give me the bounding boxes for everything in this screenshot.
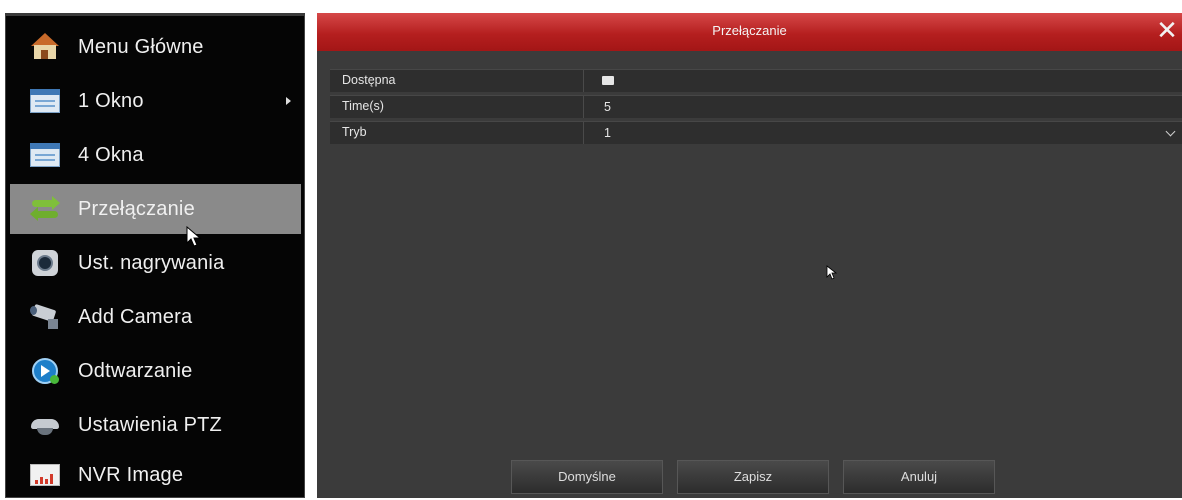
camera-icon [30,303,60,331]
menu-item-label: Add Camera [78,305,193,328]
setting-label: Time(s) [342,99,384,113]
menu-item-playback[interactable]: Odtwarzanie [10,346,301,396]
single-window-icon [30,87,60,115]
setting-value [583,70,1182,92]
setting-row-available: Dostępna [330,69,1182,92]
nvr-image-icon [30,461,60,489]
setting-row-time: Time(s) 5 [330,95,1182,118]
menu-item-nvr-image[interactable]: NVR Image [10,450,301,500]
menu-item-add-camera[interactable]: Add Camera [10,292,301,342]
quad-window-icon [30,141,60,169]
dialog-titlebar: Przełączanie [317,13,1182,51]
menu-item-switching[interactable]: Przełączanie [10,184,301,234]
menu-item-label: Menu Główne [78,35,204,58]
dialog-title: Przełączanie [712,23,787,38]
menu-item-label: Ust. nagrywania [78,251,225,274]
time-input[interactable]: 5 [583,96,1182,118]
chevron-down-icon [1165,126,1176,137]
context-menu: Menu Główne 1 Okno 4 Okna Przełączanie U… [5,13,305,498]
setting-row-mode: Tryb 1 [330,121,1182,144]
menu-item-main-menu[interactable]: Menu Główne [10,22,301,72]
settings-table: Dostępna Time(s) 5 Tryb 1 [330,69,1182,147]
menu-item-ptz-settings[interactable]: Ustawienia PTZ [10,400,301,450]
mouse-cursor-icon [826,265,838,280]
setting-label: Tryb [342,125,367,139]
menu-item-label: Ustawienia PTZ [78,413,222,436]
cancel-button[interactable]: Anuluj [843,460,995,494]
menu-item-label: NVR Image [78,463,184,486]
setting-label: Dostępna [342,73,396,87]
record-icon [30,249,60,277]
close-icon[interactable]: ✕ [1154,17,1180,45]
default-button[interactable]: Domyślne [511,460,663,494]
switching-dialog: Przełączanie ✕ Dostępna Time(s) 5 Tryb 1… [317,13,1182,498]
mode-select[interactable]: 1 [583,122,1182,144]
mode-value: 1 [604,126,611,140]
menu-item-label: 4 Okna [78,143,144,166]
switch-arrows-icon [30,195,60,223]
home-icon [30,33,60,61]
menu-item-quad-window[interactable]: 4 Okna [10,130,301,180]
mouse-cursor-icon [186,226,202,247]
ptz-dome-icon [30,411,60,439]
menu-item-label: Odtwarzanie [78,359,193,382]
menu-item-record-settings[interactable]: Ust. nagrywania [10,238,301,288]
submenu-arrow-icon [286,97,291,105]
menu-item-label: Przełączanie [78,197,195,220]
menu-item-label: 1 Okno [78,89,144,112]
save-button[interactable]: Zapisz [677,460,829,494]
playback-icon [30,357,60,385]
menu-item-single-window[interactable]: 1 Okno [10,76,301,126]
time-value: 5 [604,100,611,114]
available-checkbox[interactable] [602,76,614,85]
